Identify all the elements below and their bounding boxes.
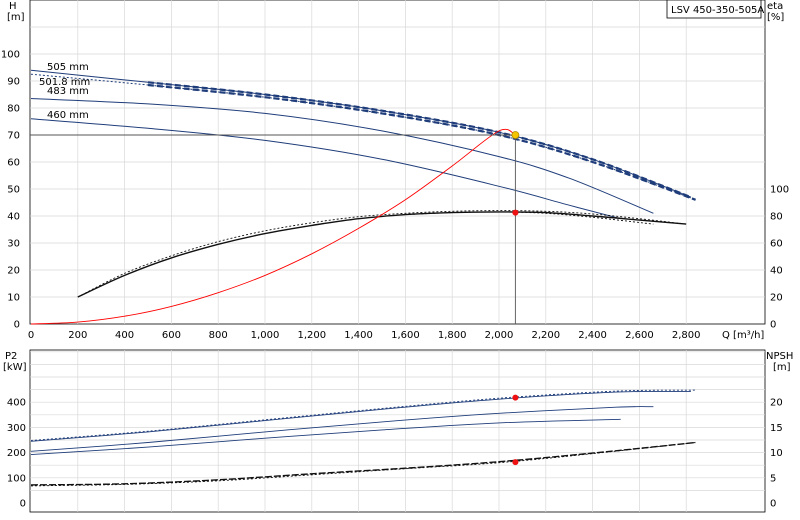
x-tick-label: 600 [162,330,181,341]
y-left-tick-label: 20 [7,266,20,277]
npsh-tick-label: 20 [770,398,783,409]
x-tick-label: 2,600 [625,330,654,341]
x-tick-label: 0 [28,330,34,341]
x-tick-label: 200 [68,330,87,341]
y-right-axis-label: eta [767,1,783,12]
y-right-tick-label: 60 [770,239,783,250]
x-axis-label: Q [m³/h] [722,330,764,341]
duty-point-marker [511,131,520,139]
y-left-tick-label: 40 [7,212,20,223]
y-right-axis-unit: [%] [767,12,784,23]
head-curve-label: 505 mm [47,62,89,73]
y-left-tick-label: 100 [1,50,20,61]
p2-tick-label: 100 [7,473,26,484]
p2-tick-label: 0 [20,499,26,510]
x-tick-label: 1,800 [438,330,467,341]
x-tick-label: 2,000 [485,330,514,341]
npsh-point-marker [512,459,519,466]
y-left-tick-label: 70 [7,131,20,142]
x-tick-label: 2,200 [531,330,560,341]
npsh-axis-unit: [m] [773,362,791,373]
y-left-tick-label: 90 [7,77,20,88]
head-efficiency-panel: 0 10 20 30 40 50 60 70 80 90 100 0 20 40 60 80 100 0 200 40… [1,0,789,341]
npsh-axis-label: NPSH [766,351,793,362]
p2-tick-label: 300 [7,423,26,434]
pump-model-box: LSV 450-350-505A [666,0,764,19]
y-left-tick-label: 80 [7,104,20,115]
x-tick-label: 800 [209,330,228,341]
bottom-plot-frame [29,349,766,513]
head-curve-label: 460 mm [47,110,89,121]
npsh-tick-label: 0 [770,499,776,510]
power-npsh-panel: 0 100 200 300 400 0 5 10 15 20 P2[kW] NPSH[m] [3,349,793,513]
npsh-tick-label: 10 [770,448,783,459]
y-left-tick-label: 0 [14,320,20,331]
head-curve-label: 483 mm [47,86,89,97]
y-left-axis-label: H [9,1,17,12]
y-left-tick-label: 10 [7,293,20,304]
p2-axis-unit: [kW] [3,362,27,373]
pump-performance-chart: 01020304050607080901000204060801000 200 40… [1,0,793,513]
y-left-axis-unit: [m] [7,12,25,23]
y-left-tick-label: 60 [7,158,20,169]
y-right-tick-label: 100 [770,185,789,196]
p2-tick-label: 200 [7,448,26,459]
pump-model-label: LSV 450-350-505A [671,5,764,16]
power-point-marker [512,394,519,401]
y-right-tick-label: 0 [770,320,776,331]
npsh-tick-label: 15 [770,423,783,434]
y-right-tick-label: 20 [770,293,783,304]
x-tick-label: 2,400 [578,330,607,341]
x-tick-label: 1,200 [297,330,326,341]
y-left-tick-label: 30 [7,239,20,250]
y-right-tick-label: 80 [770,212,783,223]
x-tick-label: 1,000 [251,330,280,341]
x-tick-label: 1,600 [391,330,420,341]
x-tick-label: 400 [115,330,134,341]
y-left-tick-label: 50 [7,185,20,196]
npsh-tick-label: 5 [770,473,776,484]
x-tick-label: 2,800 [672,330,701,341]
x-tick-label: 1,400 [344,330,373,341]
y-right-tick-label: 40 [770,266,783,277]
efficiency-point-marker [512,209,519,216]
p2-axis-label: P2 [5,351,17,362]
p2-tick-label: 400 [7,398,26,409]
